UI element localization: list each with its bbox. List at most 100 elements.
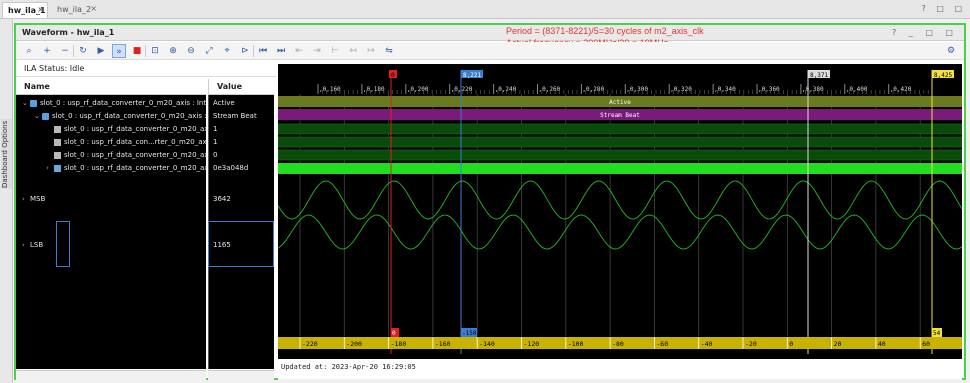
- bus-icon: [54, 164, 61, 172]
- signal-row[interactable]: › MSB: [16, 193, 206, 206]
- next-edge-icon[interactable]: ⇥: [310, 44, 324, 58]
- run-immediate-icon[interactable]: »: [112, 44, 126, 58]
- waveform-toolbar: ⌕ + − ↻ ▶ » ■ ⊡ ⊕ ⊖ ⤢ ⌖ ⊳ ⏮ ⏭ ⇤ ⇥ ⊢ ↤ ↦ ⇋ ⚙: [16, 42, 964, 60]
- annotation-period: Period = (8371-8221)/5=30 cycles of m2_a…: [506, 26, 704, 36]
- lsb-value-selection-box: [208, 221, 274, 267]
- expand-chevron-icon[interactable]: ›: [46, 162, 54, 175]
- bottom-ruler-label: -40: [701, 340, 713, 348]
- signal-icon: [54, 138, 61, 146]
- bottom-ruler-label: -140: [479, 340, 495, 348]
- waveform-canvas[interactable]: ,0,160,0,180,0,200,0,220,0,240,0,260,0,2…: [278, 64, 962, 369]
- signal-name: slot_0 : usp_rf_data_converter_0_m20_axi…: [64, 164, 206, 172]
- full-view-icon[interactable]: ⤢: [202, 44, 216, 58]
- window-controls[interactable]: ? □ □: [922, 4, 966, 13]
- run-icon[interactable]: ▶: [94, 44, 108, 58]
- bottom-ruler-label: 20: [834, 340, 842, 348]
- signal-row[interactable]: ⌄ slot_0 : usp_rf_data_converter_0_m20_ax…: [16, 110, 206, 123]
- go-to-end-icon[interactable]: ⏭: [274, 44, 288, 58]
- signal-name: MSB: [30, 195, 46, 203]
- zoom-out-icon[interactable]: ⊖: [184, 44, 198, 58]
- bus-icon: [42, 112, 49, 120]
- tab-bar: hw_ila_1 × hw_ila_2 × ? □ □: [0, 0, 970, 19]
- dashboard-strip: Dashboard Options: [0, 19, 13, 383]
- bottom-ruler-label: -200: [346, 340, 362, 348]
- value-header-label: Value: [217, 82, 243, 91]
- expand-chevron-icon[interactable]: ⌄: [22, 97, 30, 110]
- dashboard-options-tab[interactable]: Dashboard Options: [1, 119, 12, 189]
- remove-icon[interactable]: −: [58, 44, 72, 58]
- bottom-cursor-label: -150: [462, 330, 477, 337]
- bottom-ruler-label: -80: [612, 340, 624, 348]
- signal-row[interactable]: slot_0 : usp_rf_data_converter_0_m20_axi…: [16, 123, 206, 136]
- cursor-flag-label: 8,425: [934, 72, 952, 79]
- name-scrollbar[interactable]: [16, 370, 206, 380]
- value-column-header[interactable]: Value: [208, 79, 274, 95]
- signal-icon: [54, 125, 61, 133]
- signal-trace: [278, 136, 962, 148]
- ila-status-row: ILA Status: Idle: [16, 61, 276, 77]
- signal-name: slot_0 : usp_rf_data_con...rter_0_m20_ax…: [64, 138, 206, 146]
- add-icon[interactable]: +: [40, 44, 54, 58]
- expand-chevron-icon[interactable]: ›: [22, 239, 30, 252]
- expand-chevron-icon[interactable]: ⌄: [34, 110, 42, 123]
- signal-value: 1: [213, 125, 218, 133]
- msb-sine-trace: [278, 180, 962, 220]
- value-scrollbar[interactable]: [208, 370, 274, 380]
- go-to-start-icon[interactable]: ⏮: [256, 44, 270, 58]
- refresh-icon[interactable]: ↻: [76, 44, 90, 58]
- add-marker-icon[interactable]: ⊢: [328, 44, 342, 58]
- prev-edge-icon[interactable]: ⇤: [292, 44, 306, 58]
- bottom-ruler-label: -20: [745, 340, 757, 348]
- tab-hw-ila-1[interactable]: hw_ila_1 ×: [2, 2, 48, 18]
- marker-icon[interactable]: ⊳: [238, 44, 252, 58]
- bottom-ruler-label: -120: [524, 340, 540, 348]
- prev-marker-icon[interactable]: ↤: [346, 44, 360, 58]
- bottom-ruler-label: -160: [435, 340, 451, 348]
- channel-bus-label: Stream Beat: [600, 112, 640, 119]
- signal-row[interactable]: › slot_0 : usp_rf_data_converter_0_m20_ax…: [16, 162, 206, 175]
- signal-name: slot_0 : usp_rf_data_converter_0_m20_axi…: [64, 151, 206, 159]
- signal-row[interactable]: › LSB: [16, 239, 206, 252]
- search-icon[interactable]: ⌕: [22, 44, 36, 58]
- signal-name: slot_0 : usp_rf_data_converter_0_m20_axi…: [40, 99, 206, 107]
- signal-row[interactable]: ⌄ slot_0 : usp_rf_data_converter_0_m20_ax…: [16, 97, 206, 110]
- bottom-ruler-label: 0: [789, 340, 793, 348]
- next-marker-icon[interactable]: ↦: [364, 44, 378, 58]
- tab-label: hw_ila_2: [57, 5, 92, 14]
- waveform-window-controls[interactable]: ? _ □ □: [892, 28, 958, 37]
- close-icon[interactable]: ×: [37, 5, 44, 14]
- bottom-cursor-label: 54: [933, 330, 941, 337]
- stop-icon[interactable]: ■: [130, 44, 144, 58]
- name-column-header[interactable]: Name: [16, 79, 206, 95]
- zoom-fit-icon[interactable]: ⊡: [148, 44, 162, 58]
- signal-trace: [278, 149, 962, 161]
- signal-value: 1: [213, 138, 218, 146]
- bus-icon: [30, 99, 37, 107]
- signal-row[interactable]: slot_0 : usp_rf_data_converter_0_m20_axi…: [16, 149, 206, 162]
- swap-cursors-icon[interactable]: ⇋: [382, 44, 396, 58]
- bottom-cursor-label: 0: [392, 330, 396, 337]
- cursor-icon[interactable]: ⌖: [220, 44, 234, 58]
- signal-value: 3642: [213, 195, 231, 203]
- toolbar-separator: [253, 45, 254, 57]
- tdata-bus-bar: [278, 163, 962, 174]
- signal-name: slot_0 : usp_rf_data_converter_0_m20_axi…: [52, 112, 206, 120]
- interface-bus-label: Active: [609, 99, 631, 106]
- signal-value: Active: [213, 99, 235, 107]
- signal-row[interactable]: slot_0 : usp_rf_data_con...rter_0_m20_ax…: [16, 136, 206, 149]
- signal-icon: [54, 151, 61, 159]
- toolbar-separator: [73, 45, 74, 57]
- bottom-ruler-label: 40: [878, 340, 886, 348]
- signal-name-panel: ⌄ slot_0 : usp_rf_data_converter_0_m20_ax…: [16, 95, 206, 369]
- waveform-header: Waveform - hw_ila_1 ? _ □ □: [16, 25, 964, 41]
- settings-icon[interactable]: ⚙: [944, 44, 958, 58]
- lsb-sine-trace: [278, 214, 962, 250]
- tab-hw-ila-2[interactable]: hw_ila_2 ×: [52, 2, 100, 18]
- lsb-selection-box: [56, 221, 70, 267]
- zoom-in-icon[interactable]: ⊕: [166, 44, 180, 58]
- bottom-ruler-label: -100: [568, 340, 584, 348]
- signal-trace: [278, 123, 962, 135]
- close-icon[interactable]: ×: [90, 4, 97, 13]
- expand-chevron-icon[interactable]: ›: [22, 193, 30, 206]
- cursor-flag-label: 0: [391, 72, 395, 79]
